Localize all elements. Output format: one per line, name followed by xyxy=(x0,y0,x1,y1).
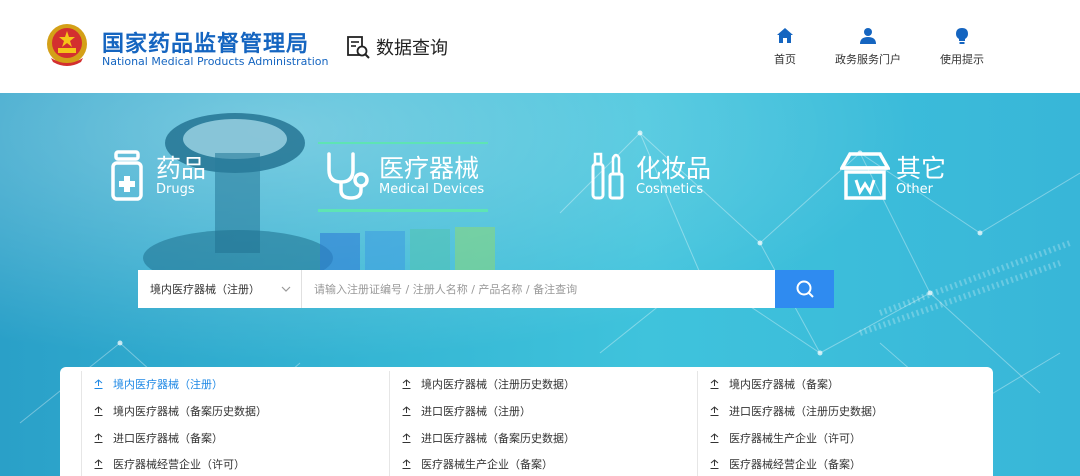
link-label: 境内医疗器械（注册历史数据） xyxy=(421,378,575,392)
upload-icon xyxy=(402,459,411,470)
category-other-cn: 其它 xyxy=(896,154,947,183)
home-icon xyxy=(777,28,793,43)
nav-service-portal[interactable]: 政务服务门户 xyxy=(823,27,913,67)
link-domestic-device-filing-history[interactable]: 境内医疗器械（备案历史数据） xyxy=(82,398,381,425)
brand-name-cn: 国家药品监督管理局 xyxy=(102,32,310,57)
lightbulb-icon xyxy=(956,28,968,44)
upload-icon xyxy=(402,406,411,417)
category-other-en: Other xyxy=(896,182,933,197)
search-icon xyxy=(796,280,814,298)
links-column-2: 境内医疗器械（注册历史数据） 进口医疗器械（注册） 进口医疗器械（备案历史数据）… xyxy=(389,371,689,476)
store-icon xyxy=(840,152,890,200)
link-device-manufacturer-license[interactable]: 医疗器械生产企业（许可） xyxy=(698,424,987,451)
link-label: 进口医疗器械（注册） xyxy=(421,405,531,419)
link-label: 境内医疗器械（备案历史数据） xyxy=(113,405,267,419)
links-column-3: 境内医疗器械（备案） 进口医疗器械（注册历史数据） 医疗器械生产企业（许可） 医… xyxy=(697,371,987,476)
link-domestic-device-filing[interactable]: 境内医疗器械（备案） xyxy=(698,371,987,398)
national-emblem-icon xyxy=(47,24,87,66)
link-imported-device-filing-history[interactable]: 进口医疗器械（备案历史数据） xyxy=(390,424,689,451)
link-label: 进口医疗器械（注册历史数据） xyxy=(729,405,883,419)
stethoscope-icon xyxy=(327,152,369,200)
category-medical-devices-cn: 医疗器械 xyxy=(379,154,480,183)
nav-home-label: 首页 xyxy=(774,53,796,66)
nav-usage-tips-label: 使用提示 xyxy=(940,53,984,66)
category-drugs[interactable]: 药品 Drugs xyxy=(110,150,206,202)
data-query-label: 数据查询 xyxy=(376,38,448,59)
upload-icon xyxy=(94,379,103,390)
category-drugs-en: Drugs xyxy=(156,182,195,197)
link-label: 医疗器械生产企业（许可） xyxy=(729,431,861,445)
medicine-bottle-icon xyxy=(111,150,143,201)
brand-name-en: National Medical Products Administration xyxy=(102,55,329,68)
link-device-manufacturer-filing[interactable]: 医疗器械生产企业（备案） xyxy=(390,451,689,476)
link-label: 医疗器械生产企业（备案） xyxy=(421,458,553,472)
category-cosmetics[interactable]: 化妆品 Cosmetics xyxy=(590,150,711,202)
search-bar: 境内医疗器械（注册） xyxy=(138,270,834,308)
category-other[interactable]: 其它 Other xyxy=(840,150,946,202)
link-label: 进口医疗器械（备案历史数据） xyxy=(421,431,575,445)
upload-icon xyxy=(710,459,719,470)
upload-icon xyxy=(710,433,719,443)
link-imported-device-registration[interactable]: 进口医疗器械（注册） xyxy=(390,398,689,425)
upload-icon xyxy=(710,379,719,390)
link-domestic-device-registration-history[interactable]: 境内医疗器械（注册历史数据） xyxy=(390,371,689,398)
link-device-business-filing[interactable]: 医疗器械经营企业（备案） xyxy=(698,451,987,476)
category-cosmetics-en: Cosmetics xyxy=(636,182,704,197)
upload-icon xyxy=(94,433,103,443)
search-input[interactable] xyxy=(302,270,775,308)
data-query-title[interactable]: 数据查询 xyxy=(346,33,448,61)
active-tab-top-line xyxy=(318,142,488,144)
category-medical-devices[interactable]: 医疗器械 Medical Devices xyxy=(325,150,484,202)
link-label: 医疗器械经营企业（备案） xyxy=(729,458,861,472)
link-device-business-license[interactable]: 医疗器械经营企业（许可） xyxy=(82,451,381,476)
link-imported-device-filing[interactable]: 进口医疗器械（备案） xyxy=(82,424,381,451)
chevron-down-icon xyxy=(281,286,291,292)
link-label: 进口医疗器械（备案） xyxy=(113,431,223,445)
upload-icon xyxy=(402,433,411,443)
header: 国家药品监督管理局 National Medical Products Admi… xyxy=(0,0,1080,93)
quick-links-panel: 境内医疗器械（注册） 境内医疗器械（备案历史数据） 进口医疗器械（备案） 医疗器… xyxy=(60,367,993,476)
document-search-icon xyxy=(347,36,370,59)
upload-icon xyxy=(94,459,103,470)
links-column-1: 境内医疗器械（注册） 境内医疗器械（备案历史数据） 进口医疗器械（备案） 医疗器… xyxy=(81,371,381,476)
link-imported-device-registration-history[interactable]: 进口医疗器械（注册历史数据） xyxy=(698,398,987,425)
upload-icon xyxy=(710,406,719,417)
upload-icon xyxy=(94,406,103,417)
link-label: 境内医疗器械（注册） xyxy=(113,378,223,392)
search-button[interactable] xyxy=(775,270,834,308)
link-label: 境内医疗器械（备案） xyxy=(729,378,839,392)
cosmetics-icon xyxy=(591,152,624,200)
nav-usage-tips[interactable]: 使用提示 xyxy=(917,27,1007,67)
search-type-value: 境内医疗器械（注册） xyxy=(150,283,260,296)
category-medical-devices-en: Medical Devices xyxy=(379,182,485,197)
active-tab-underline xyxy=(318,209,488,212)
nav-home[interactable]: 首页 xyxy=(740,27,830,67)
search-type-select[interactable]: 境内医疗器械（注册） xyxy=(138,270,302,308)
category-drugs-cn: 药品 xyxy=(156,154,207,183)
category-cosmetics-cn: 化妆品 xyxy=(636,154,712,183)
nav-service-portal-label: 政务服务门户 xyxy=(835,53,901,66)
link-domestic-device-registration[interactable]: 境内医疗器械（注册） xyxy=(82,371,381,398)
upload-icon xyxy=(402,379,411,390)
user-icon xyxy=(860,28,876,44)
link-label: 医疗器械经营企业（许可） xyxy=(113,458,245,472)
